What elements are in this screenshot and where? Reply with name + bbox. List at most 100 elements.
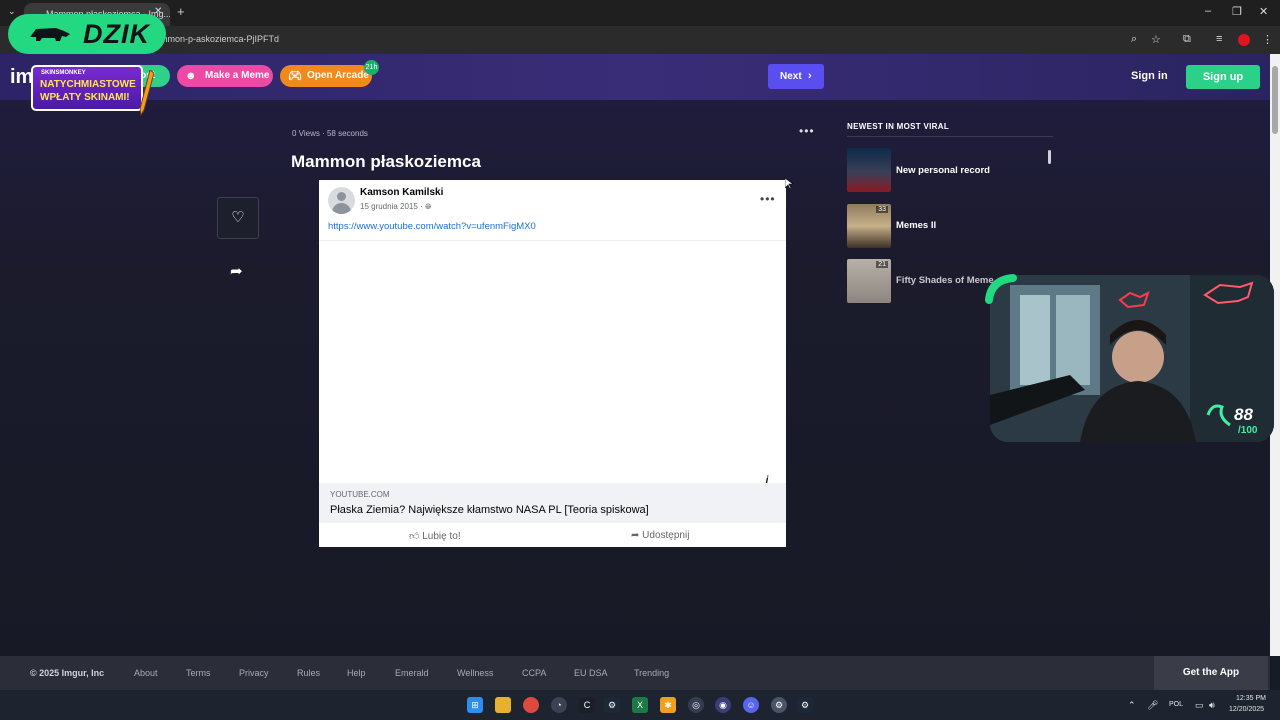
fb-youtube-link[interactable]: https://www.youtube.com/watch?v=ufenmFig… bbox=[328, 221, 536, 232]
divider bbox=[847, 136, 1053, 137]
language-indicator[interactable]: POL bbox=[1169, 701, 1183, 708]
sign-in-link[interactable]: Sign in bbox=[1131, 70, 1168, 82]
file-explorer-icon[interactable] bbox=[495, 697, 511, 713]
fb-post-date[interactable]: 15 grudnia 2015 · 🌐︎ bbox=[360, 202, 431, 212]
album-count-badge: 21 bbox=[876, 261, 888, 268]
sidebar-thumb-2[interactable]: 33 bbox=[847, 204, 891, 248]
chrome-icon[interactable] bbox=[523, 697, 539, 713]
excel-icon[interactable]: X bbox=[632, 697, 648, 713]
fb-like-label: Lubię to! bbox=[422, 531, 461, 542]
album-count-badge: 33 bbox=[876, 206, 888, 213]
fb-actions-bar: 👍︎ Lubię to! ➦ Udostępnij bbox=[319, 523, 786, 547]
heart-icon[interactable]: ♡ bbox=[217, 197, 259, 239]
footer-link-eu-dsa[interactable]: EU DSA bbox=[574, 668, 608, 678]
stream-score-max: /100 bbox=[1238, 425, 1258, 436]
promo-brand: SKINSMONKEY bbox=[41, 70, 86, 76]
fb-link-domain: YOUTUBE.COM bbox=[330, 490, 390, 499]
fb-link-title: Płaska Ziemia? Największe kłamstwo NASA … bbox=[330, 504, 649, 516]
steam-alt-icon[interactable]: ⚙ bbox=[797, 697, 813, 713]
app-orange-icon[interactable]: ✱ bbox=[660, 697, 676, 713]
tray-chevron-up-icon[interactable]: ⌃ bbox=[1128, 700, 1136, 711]
avatar[interactable] bbox=[328, 187, 355, 214]
post-options-icon[interactable]: ••• bbox=[799, 124, 815, 138]
sidebar-item-title-2[interactable]: Memes II bbox=[896, 220, 936, 231]
sidebar-thumb-3[interactable]: 21 bbox=[847, 259, 891, 303]
footer-link-emerald[interactable]: Emerald bbox=[395, 668, 429, 678]
page-scrollbar-thumb[interactable] bbox=[1272, 66, 1278, 134]
window-close-icon[interactable]: ✕ bbox=[1259, 5, 1268, 18]
share-arrow-icon[interactable]: ➦ bbox=[230, 262, 243, 280]
promo-line-1: NATYCHMIASTOWE bbox=[40, 79, 136, 90]
gamepad-icon: 🎮︎ bbox=[288, 70, 302, 82]
footer-link-help[interactable]: Help bbox=[347, 668, 366, 678]
url-text[interactable]: mmon-p-askoziemca-PjIPFTd bbox=[160, 34, 279, 44]
volume-icon[interactable]: 🔊︎ bbox=[1209, 700, 1215, 711]
settings-gear-icon[interactable]: ⚙ bbox=[771, 697, 787, 713]
clock-time[interactable]: 12:35 PM bbox=[1236, 695, 1266, 702]
zoom-icon[interactable]: ⌕ bbox=[1131, 33, 1137, 46]
footer-link-wellness[interactable]: Wellness bbox=[457, 668, 493, 678]
extensions-icon[interactable]: ⧉ bbox=[1183, 33, 1191, 46]
footer-link-about[interactable]: About bbox=[134, 668, 158, 678]
address-bar[interactable]: mmon-p-askoziemca-PjIPFTd ⌕ ☆ ⧉ ≡ ⋮ bbox=[0, 26, 1280, 54]
arcade-time-badge: 21h bbox=[364, 60, 379, 75]
post-meta: 0 Views · 58 seconds bbox=[292, 129, 368, 138]
footer-link-privacy[interactable]: Privacy bbox=[239, 668, 269, 678]
clock-date[interactable]: 12/20/2025 bbox=[1229, 706, 1264, 713]
sidebar-item-title-1[interactable]: New personal record bbox=[896, 165, 990, 176]
footer-copyright: © 2025 Imgur, Inc bbox=[30, 668, 105, 678]
fb-author-name[interactable]: Kamson Kamilski bbox=[360, 187, 443, 198]
chevron-right-icon: › bbox=[808, 70, 812, 82]
fb-like-button[interactable]: 👍︎ Lubię to! bbox=[409, 530, 461, 542]
sidebar-thumb-1[interactable] bbox=[847, 148, 891, 192]
next-post-button[interactable]: Next › bbox=[768, 64, 824, 89]
browser-tab-bar: ⌄ Mammon płaskoziemca - Img... ✕ + – ❐ ✕ bbox=[0, 0, 1280, 26]
sidebar-scrollbar[interactable] bbox=[1048, 150, 1051, 164]
share-icon: ➦ bbox=[631, 530, 640, 541]
imgur-logo[interactable]: im bbox=[10, 66, 33, 89]
sidebar-heading: NEWEST IN MOST VIRAL bbox=[847, 122, 949, 131]
new-tab-button[interactable]: + bbox=[177, 4, 185, 19]
browser-menu-icon[interactable]: ⋮ bbox=[1262, 33, 1273, 46]
performance-icon[interactable]: ◔ bbox=[551, 697, 567, 713]
discord-icon[interactable]: ☺ bbox=[743, 697, 759, 713]
tab-search-icon[interactable]: ⌄ bbox=[8, 6, 16, 17]
browser-alt-icon[interactable]: C bbox=[579, 697, 595, 713]
obs-icon[interactable]: ◉ bbox=[715, 697, 731, 713]
webcam-overlay bbox=[990, 275, 1274, 442]
footer-link-rules[interactable]: Rules bbox=[297, 668, 320, 678]
steam-icon[interactable]: ⚙ bbox=[604, 697, 620, 713]
bookmark-star-icon[interactable]: ☆ bbox=[1151, 33, 1161, 46]
maximize-icon[interactable]: ❐ bbox=[1232, 5, 1242, 18]
webcam-accent-arc bbox=[985, 274, 1017, 304]
media-controls-icon[interactable]: ≡ bbox=[1216, 33, 1222, 45]
make-a-meme-button[interactable]: ☻ Make a Meme bbox=[177, 65, 273, 87]
fb-share-button[interactable]: ➦ Udostępnij bbox=[631, 530, 689, 541]
footer-link-ccpa[interactable]: CCPA bbox=[522, 668, 546, 678]
network-icon[interactable]: ▭ bbox=[1195, 700, 1204, 711]
fb-link-preview[interactable]: YOUTUBE.COM Płaska Ziemia? Największe kł… bbox=[319, 483, 786, 523]
app-circle-icon[interactable]: ◎ bbox=[688, 697, 704, 713]
webcam-feed bbox=[990, 275, 1274, 442]
next-label: Next bbox=[780, 71, 802, 82]
facebook-embed: Kamson Kamilski 15 grudnia 2015 · 🌐︎ •••… bbox=[319, 180, 786, 547]
promo-line-2: WPŁATY SKINAMI! bbox=[40, 92, 130, 103]
get-the-app-button[interactable]: Get the App bbox=[1154, 656, 1268, 690]
microphone-icon[interactable]: 🎤︎ bbox=[1147, 700, 1158, 711]
promo-banner: SKINSMONKEY NATYCHMIASTOWE WPŁATY SKINAM… bbox=[31, 65, 143, 111]
footer-link-terms[interactable]: Terms bbox=[186, 668, 211, 678]
fb-more-options-icon[interactable]: ••• bbox=[760, 192, 776, 206]
stream-score: 88 bbox=[1234, 405, 1253, 424]
windows-start-icon[interactable]: ⊞ bbox=[467, 697, 483, 713]
boar-icon bbox=[30, 28, 70, 41]
recording-indicator-icon[interactable] bbox=[1238, 34, 1250, 46]
open-arcade-label: Open Arcade bbox=[307, 70, 369, 81]
open-arcade-button[interactable]: 🎮︎ Open Arcade bbox=[280, 65, 372, 87]
sign-up-button[interactable]: Sign up bbox=[1186, 65, 1260, 89]
fb-share-label: Udostępnij bbox=[642, 530, 690, 541]
sidebar-item-title-3[interactable]: Fifty Shades of Meme bbox=[896, 275, 994, 286]
footer-link-trending[interactable]: Trending bbox=[634, 668, 669, 678]
minimize-icon[interactable]: – bbox=[1205, 5, 1211, 17]
globe-icon: 🌐︎ bbox=[424, 202, 432, 211]
fb-video-preview[interactable] bbox=[319, 241, 786, 481]
